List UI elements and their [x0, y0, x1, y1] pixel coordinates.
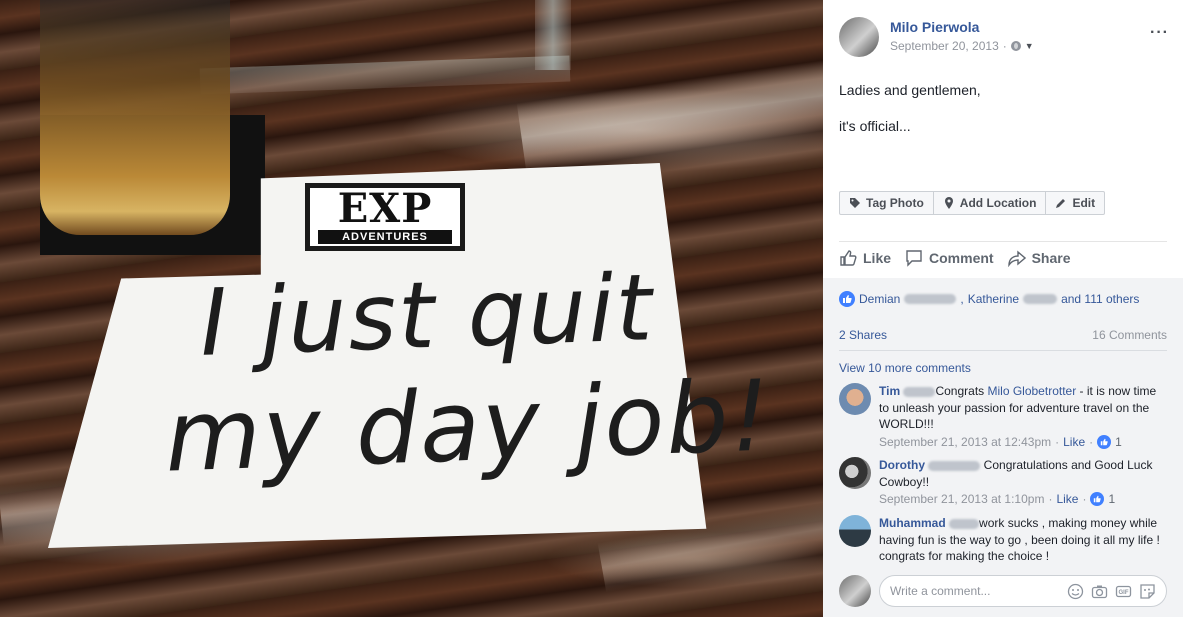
shares-count[interactable]: 2 Shares: [839, 328, 887, 342]
tagged-user-link[interactable]: Milo Globetrotter: [988, 384, 1077, 398]
like-reaction-icon: [1097, 434, 1112, 449]
post-action-bar: Like Comment Share: [839, 249, 1071, 267]
commenter-name[interactable]: Tim: [879, 384, 900, 398]
redacted-surname: [928, 460, 981, 471]
comment-bubble-icon: [906, 250, 922, 267]
post-date[interactable]: September 20, 2013: [890, 39, 999, 53]
divider: [839, 241, 1167, 242]
reactor-name-1[interactable]: Demian: [859, 292, 900, 306]
reactor-others[interactable]: and 111 others: [1061, 292, 1139, 306]
logo-main-text: EXP: [337, 185, 433, 232]
comment-body: Muhammad work sucks , making money while…: [879, 515, 1169, 565]
acrylic-stand: [535, 0, 571, 70]
comments-count[interactable]: 16 Comments: [1092, 328, 1167, 342]
handwritten-line-2: my day job!: [163, 359, 774, 495]
commenter-avatar[interactable]: [839, 383, 871, 415]
post-photo[interactable]: EXP ADVENTURES I just quit my day job!: [0, 0, 823, 617]
sticker-icon[interactable]: [1139, 583, 1156, 600]
comment-time[interactable]: September 21, 2013 at 12:43pm: [879, 434, 1051, 451]
commenter-name[interactable]: Muhammad: [879, 516, 946, 530]
comment-reaction-count[interactable]: 1: [1115, 434, 1122, 451]
like-button[interactable]: Like: [839, 249, 891, 267]
globe-icon[interactable]: [1010, 41, 1021, 51]
redacted-surname: [1023, 294, 1058, 304]
edit-button[interactable]: Edit: [1046, 192, 1104, 214]
emoji-icon[interactable]: [1067, 583, 1084, 600]
comment-meta: September 21, 2013 at 1:10pm · Like · 1: [879, 491, 1116, 508]
meta-separator: ·: [1002, 39, 1007, 53]
reactor-separator: ,: [960, 292, 964, 306]
like-reaction-icon: [839, 291, 855, 307]
commenter-name[interactable]: Dorothy: [879, 458, 925, 472]
author-avatar[interactable]: [839, 17, 879, 57]
add-location-button[interactable]: Add Location: [934, 192, 1047, 214]
comment-meta: September 21, 2013 at 12:43pm · Like · 1: [879, 434, 1122, 451]
comment-input[interactable]: Write a comment... GIF: [879, 575, 1167, 607]
comment-label: Comment: [929, 250, 994, 266]
post-text-line: Ladies and gentlemen,: [839, 82, 981, 98]
comment-button[interactable]: Comment: [905, 249, 994, 267]
photo-actions-bar: Tag Photo Add Location Edit: [839, 191, 1106, 215]
comment-reaction-count[interactable]: 1: [1108, 491, 1115, 508]
handwritten-line-1: I just quit: [198, 254, 656, 377]
acrylic-stand: [199, 55, 571, 95]
add-location-label: Add Location: [959, 196, 1037, 210]
reactions-summary[interactable]: Demian , Katherine and 111 others: [839, 291, 1139, 307]
post-sidebar: Milo Pierwola September 20, 2013 · ▼ ···…: [823, 0, 1183, 617]
author-name[interactable]: Milo Pierwola: [890, 19, 979, 35]
tag-icon: [850, 198, 860, 208]
reactor-name-2[interactable]: Katherine: [968, 292, 1019, 306]
post-meta: September 20, 2013 · ▼: [890, 39, 1034, 53]
tag-photo-button[interactable]: Tag Photo: [840, 192, 934, 214]
redacted-surname: [949, 518, 980, 529]
camera-icon[interactable]: [1091, 583, 1108, 600]
share-button[interactable]: Share: [1007, 249, 1071, 267]
comment-like-button[interactable]: Like: [1063, 434, 1085, 451]
comment-time[interactable]: September 21, 2013 at 1:10pm: [879, 491, 1044, 508]
view-more-comments-link[interactable]: View 10 more comments: [839, 361, 971, 375]
pencil-icon: [1056, 199, 1066, 208]
exp-adventures-logo: EXP ADVENTURES: [305, 183, 465, 251]
comment-body: Tim Congrats Milo Globetrotter - it is n…: [879, 383, 1169, 450]
comment-input-tools: GIF: [1067, 583, 1156, 600]
beer-glass: [40, 0, 230, 235]
chevron-down-icon[interactable]: ▼: [1025, 41, 1034, 51]
location-pin-icon: [944, 197, 953, 209]
post-text-line: it's official...: [839, 118, 911, 134]
edit-label: Edit: [1072, 196, 1096, 210]
commenter-avatar[interactable]: [839, 515, 871, 547]
thumbs-up-icon: [840, 250, 857, 266]
like-reaction-icon: [1090, 492, 1105, 507]
comment-text: Congrats: [935, 384, 988, 398]
comment-body: Dorothy Congratulations and Good Luck Co…: [879, 457, 1169, 508]
redacted-surname: [903, 386, 936, 397]
divider: [839, 350, 1167, 351]
write-comment-row: Write a comment... GIF: [839, 575, 1167, 609]
current-user-avatar[interactable]: [839, 575, 871, 607]
share-arrow-icon: [1007, 250, 1026, 267]
redacted-surname: [904, 294, 957, 304]
svg-text:GIF: GIF: [1119, 590, 1129, 596]
gif-icon[interactable]: GIF: [1115, 583, 1132, 600]
more-options-icon[interactable]: ···: [1150, 24, 1169, 42]
comment-like-button[interactable]: Like: [1056, 491, 1078, 508]
like-label: Like: [863, 250, 892, 266]
tag-photo-label: Tag Photo: [866, 196, 924, 210]
logo-sub-text: ADVENTURES: [318, 230, 452, 244]
comment-input-placeholder: Write a comment...: [890, 584, 991, 598]
commenter-avatar[interactable]: [839, 457, 871, 489]
share-label: Share: [1031, 250, 1071, 266]
